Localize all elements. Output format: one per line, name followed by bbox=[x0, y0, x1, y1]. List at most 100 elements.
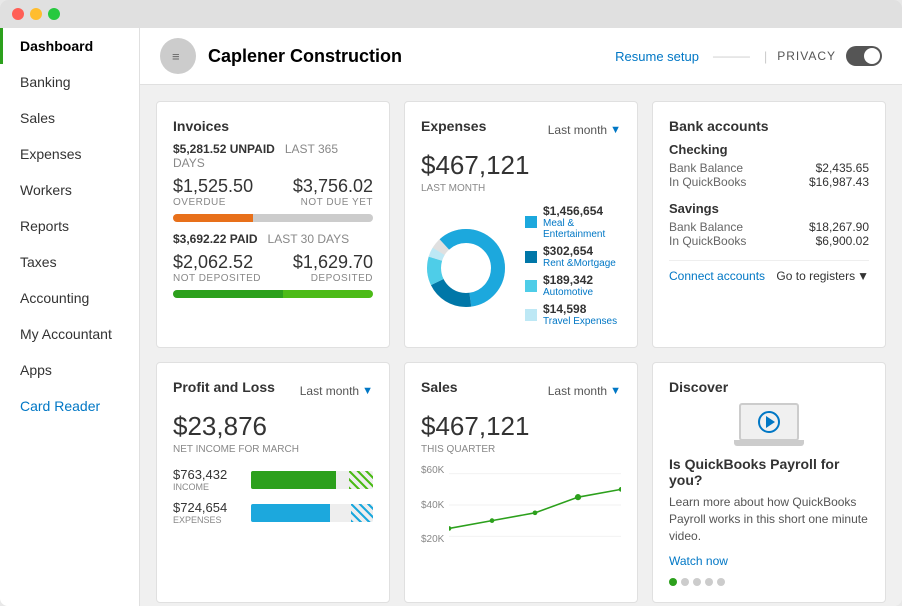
savings-bank-balance-row: Bank Balance $18,267.90 bbox=[669, 220, 869, 234]
overdue-progress-bar bbox=[173, 214, 373, 222]
invoice-deposited-row: $2,062.52 NOT DEPOSITED $1,629.70 DEPOSI… bbox=[173, 252, 373, 284]
dashboard-grid: Invoices $5,281.52 UNPAID LAST 365 DAYS … bbox=[140, 85, 902, 606]
profit-loss-card: Profit and Loss Last month ▼ $23,876 NET… bbox=[156, 362, 390, 603]
expenses-label-col: $724,654 EXPENSES bbox=[173, 500, 243, 525]
pnl-header: Profit and Loss Last month ▼ bbox=[173, 379, 373, 403]
close-button[interactable] bbox=[12, 8, 24, 20]
goto-arrow-icon: ▼ bbox=[857, 269, 869, 283]
sidebar-item-sales[interactable]: Sales bbox=[0, 100, 139, 136]
legend-label-3: Automotive bbox=[543, 287, 593, 298]
expenses-chart-area: $1,456,654 Meal & Entertainment $302,654… bbox=[421, 204, 621, 331]
discover-card-title: Is QuickBooks Payroll for you? bbox=[669, 456, 869, 488]
sidebar-item-my-accountant[interactable]: My Accountant bbox=[0, 316, 139, 352]
savings-name: Savings bbox=[669, 201, 869, 216]
expenses-donut-chart bbox=[421, 223, 511, 313]
sidebar-item-taxes[interactable]: Taxes bbox=[0, 244, 139, 280]
invoice-overdue-row: $1,525.50 OVERDUE $3,756.02 NOT DUE YET bbox=[173, 176, 373, 208]
sidebar-item-reports[interactable]: Reports bbox=[0, 208, 139, 244]
legend-item-3: $189,342 Automotive bbox=[525, 273, 621, 298]
expenses-dropdown-arrow[interactable]: ▼ bbox=[610, 124, 621, 136]
sales-title: Sales bbox=[421, 379, 458, 395]
legend-label-4: Travel Expenses bbox=[543, 316, 617, 327]
legend-amount-4: $14,598 bbox=[543, 302, 617, 316]
chart-label-40k: $40K bbox=[421, 500, 444, 511]
watch-now-link[interactable]: Watch now bbox=[669, 554, 728, 568]
bank-footer: Connect accounts Go to registers ▼ bbox=[669, 260, 869, 283]
legend-item-2: $302,654 Rent &Mortgage bbox=[525, 244, 621, 269]
titlebar bbox=[0, 0, 902, 28]
sales-period-dropdown[interactable]: Last month ▼ bbox=[548, 384, 621, 398]
deposited-bar-fill bbox=[283, 290, 373, 298]
not-deposited-amount: $2,062.52 bbox=[173, 252, 261, 273]
sidebar-item-banking[interactable]: Banking bbox=[0, 64, 139, 100]
income-label: INCOME bbox=[173, 482, 243, 492]
expenses-period-dropdown[interactable]: Last month ▼ bbox=[548, 123, 621, 137]
header-actions: Resume setup ──── | PRIVACY bbox=[615, 46, 882, 66]
income-bar-row: $763,432 INCOME bbox=[173, 467, 373, 492]
chart-label-60k: $60K bbox=[421, 465, 444, 476]
sales-dropdown-arrow[interactable]: ▼ bbox=[610, 385, 621, 397]
expenses-bar-fill bbox=[251, 504, 330, 522]
pnl-expenses-label: EXPENSES bbox=[173, 515, 243, 525]
overdue-amount: $1,525.50 bbox=[173, 176, 253, 197]
pnl-expenses-amount: $724,654 bbox=[173, 500, 243, 515]
not-deposited-bar-fill bbox=[173, 290, 283, 298]
sales-sub: THIS QUARTER bbox=[421, 444, 621, 455]
expenses-amount: $467,121 bbox=[421, 150, 621, 181]
invoices-title: Invoices bbox=[173, 118, 373, 134]
invoices-unpaid: $5,281.52 UNPAID LAST 365 DAYS bbox=[173, 142, 373, 170]
sidebar-item-dashboard[interactable]: Dashboard bbox=[0, 28, 139, 64]
income-bar-fill bbox=[251, 471, 336, 489]
not-due-label: NOT DUE YET bbox=[293, 197, 373, 208]
minimize-button[interactable] bbox=[30, 8, 42, 20]
company-icon: ≡ bbox=[160, 38, 196, 74]
savings-qb-label: In QuickBooks bbox=[669, 234, 746, 248]
expenses-bar-hatched bbox=[351, 504, 373, 522]
discover-dot-5[interactable] bbox=[717, 578, 725, 586]
sidebar-item-workers[interactable]: Workers bbox=[0, 172, 139, 208]
sidebar-item-card-reader[interactable]: Card Reader bbox=[0, 388, 139, 424]
savings-bank-balance-value: $18,267.90 bbox=[809, 220, 869, 234]
discover-dot-3[interactable] bbox=[693, 578, 701, 586]
legend-label-1: Meal & Entertainment bbox=[543, 218, 621, 240]
app-window: Dashboard Banking Sales Expenses Workers… bbox=[0, 0, 902, 606]
sales-amount: $467,121 bbox=[421, 411, 621, 442]
sales-line-chart bbox=[449, 465, 621, 545]
play-button[interactable] bbox=[758, 411, 780, 433]
not-deposited-label: NOT DEPOSITED bbox=[173, 273, 261, 284]
overdue-label: OVERDUE bbox=[173, 197, 253, 208]
maximize-button[interactable] bbox=[48, 8, 60, 20]
legend-label-2: Rent &Mortgage bbox=[543, 258, 616, 269]
discover-dot-4[interactable] bbox=[705, 578, 713, 586]
legend-amount-3: $189,342 bbox=[543, 273, 593, 287]
discover-visual bbox=[669, 403, 869, 446]
pnl-period-dropdown[interactable]: Last month ▼ bbox=[300, 384, 373, 398]
connect-accounts-link[interactable]: Connect accounts bbox=[669, 269, 765, 283]
sidebar-item-apps[interactable]: Apps bbox=[0, 352, 139, 388]
checking-section: Checking Bank Balance $2,435.65 In Quick… bbox=[669, 142, 869, 189]
app-header: ≡ Caplener Construction Resume setup ───… bbox=[140, 28, 902, 85]
sidebar-item-expenses[interactable]: Expenses bbox=[0, 136, 139, 172]
sales-header: Sales Last month ▼ bbox=[421, 379, 621, 403]
sales-chart-area: $60K $40K $20K bbox=[421, 465, 621, 550]
deposited-progress-bar bbox=[173, 290, 373, 298]
checking-name: Checking bbox=[669, 142, 869, 157]
income-label-col: $763,432 INCOME bbox=[173, 467, 243, 492]
paid-section: $3,692.22 PAID LAST 30 DAYS $2,062.52 NO… bbox=[173, 232, 373, 298]
sidebar-item-accounting[interactable]: Accounting bbox=[0, 280, 139, 316]
pnl-dropdown-arrow[interactable]: ▼ bbox=[362, 385, 373, 397]
checking-bank-balance-row: Bank Balance $2,435.65 bbox=[669, 161, 869, 175]
privacy-toggle[interactable] bbox=[846, 46, 882, 66]
laptop-illustration bbox=[734, 403, 804, 446]
discover-card: Discover Is QuickBooks Payroll for you? bbox=[652, 362, 886, 603]
discover-dot-1[interactable] bbox=[669, 578, 677, 586]
discover-dot-2[interactable] bbox=[681, 578, 689, 586]
privacy-label: PRIVACY bbox=[777, 49, 836, 63]
savings-qb-balance-row: In QuickBooks $6,900.02 bbox=[669, 234, 869, 248]
main-content: ≡ Caplener Construction Resume setup ───… bbox=[140, 28, 902, 606]
resume-setup-link[interactable]: Resume setup bbox=[615, 49, 699, 64]
goto-registers-link[interactable]: Go to registers ▼ bbox=[776, 269, 869, 283]
checking-qb-label: In QuickBooks bbox=[669, 175, 746, 189]
bank-accounts-title: Bank accounts bbox=[669, 118, 869, 134]
expenses-bar-row: $724,654 EXPENSES bbox=[173, 500, 373, 525]
